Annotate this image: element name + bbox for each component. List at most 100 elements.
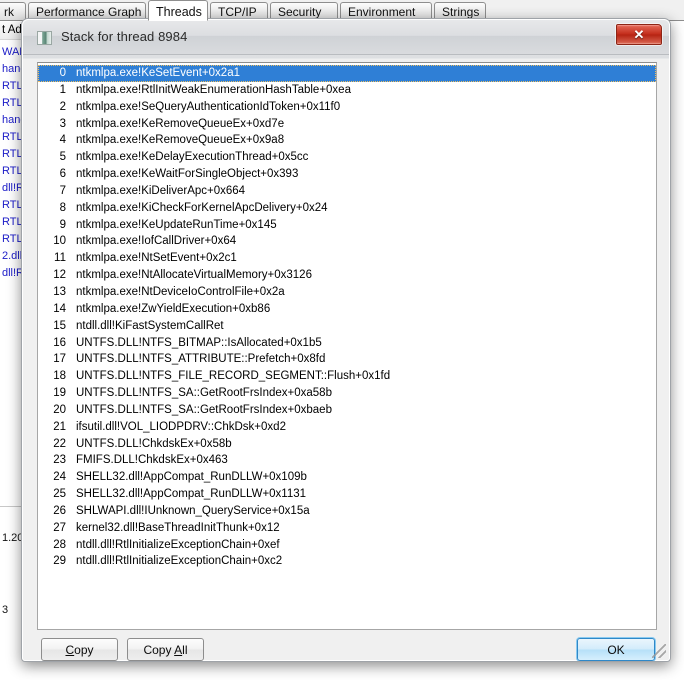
stack-frame-row[interactable]: 11 ntkmlpa.exe!NtSetEvent+0x2c1 — [38, 250, 656, 267]
stack-frame-row[interactable]: 27 kernel32.dll!BaseThreadInitThunk+0x12 — [38, 520, 656, 537]
stack-frame-symbol: ntkmlpa.exe!RtlInitWeakEnumerationHashTa… — [76, 83, 351, 96]
stack-window-icon — [37, 31, 52, 45]
stack-frame-row[interactable]: 8 ntkmlpa.exe!KiCheckForKernelApcDelivery… — [38, 200, 656, 217]
stack-frame-symbol: ntkmlpa.exe!KeDelayExecutionThread+0x5cc — [76, 151, 309, 164]
stack-frame-index: 26 — [53, 504, 66, 517]
stack-frame-row[interactable]: 25 SHELL32.dll!AppCompat_RunDLLW+0x1131 — [38, 486, 656, 503]
dialog-frame: Stack for thread 8984 ✕ 0 ntkmlpa.exe!KeS… — [22, 19, 670, 661]
stack-frame-index: 18 — [53, 370, 66, 383]
stack-frame-symbol: ntkmlpa.exe!KeRemoveQueueEx+0xd7e — [76, 117, 285, 130]
stack-frame-row[interactable]: 21 ifsutil.dll!VOL_LIODPDRV::ChkDsk+0xd2 — [38, 419, 656, 436]
stack-frame-symbol: ntkmlpa.exe!ZwYieldExecution+0xb86 — [76, 302, 271, 315]
stack-frame-symbol: UNTFS.DLL!ChkdskEx+0x58b — [76, 437, 232, 450]
stack-frame-symbol: UNTFS.DLL!NTFS_BITMAP::IsAllocated+0x1b5 — [76, 336, 322, 349]
stack-frame-index: 10 — [53, 235, 66, 248]
stack-frame-row[interactable]: 23 FMIFS.DLL!ChkdskEx+0x463 — [38, 452, 656, 469]
stack-frame-symbol: ntdll.dll!RtlInitializeExceptionChain+0x… — [76, 555, 283, 568]
stack-frame-index: 13 — [53, 285, 66, 298]
stack-frame-row[interactable]: 0 ntkmlpa.exe!KeSetEvent+0x2a1 — [38, 65, 656, 82]
ok-button[interactable]: OK — [577, 638, 655, 661]
stack-frame-row[interactable]: 7 ntkmlpa.exe!KiDeliverApc+0x664 — [38, 183, 656, 200]
stack-frame-index: 5 — [59, 151, 66, 164]
stack-frame-symbol: FMIFS.DLL!ChkdskEx+0x463 — [76, 454, 228, 467]
stack-frame-index: 29 — [53, 555, 66, 568]
stack-frame-row[interactable]: 3 ntkmlpa.exe!KeRemoveQueueEx+0xd7e — [38, 116, 656, 133]
stack-frame-row[interactable]: 20 UNTFS.DLL!NTFS_SA::GetRootFrsIndex+0xb… — [38, 402, 656, 419]
stack-frame-index: 6 — [59, 168, 66, 181]
stack-frame-index: 21 — [53, 420, 66, 433]
close-button[interactable]: ✕ — [616, 24, 662, 45]
background-footer-number: 3 — [2, 604, 9, 616]
stack-frame-index: 28 — [53, 538, 66, 551]
stack-frame-symbol: ntkmlpa.exe!IofCallDriver+0x64 — [76, 235, 237, 248]
stack-frame-row[interactable]: 22 UNTFS.DLL!ChkdskEx+0x58b — [38, 436, 656, 453]
stack-frame-row[interactable]: 18 UNTFS.DLL!NTFS_FILE_RECORD_SEGMENT::Fl… — [38, 368, 656, 385]
ok-button-label: OK — [607, 642, 625, 657]
stack-frame-row[interactable]: 6 ntkmlpa.exe!KeWaitForSingleObject+0x393 — [38, 166, 656, 183]
stack-frame-symbol: ntkmlpa.exe!NtSetEvent+0x2c1 — [76, 252, 237, 265]
stack-frame-index: 2 — [59, 100, 66, 113]
stack-listbox[interactable]: 0 ntkmlpa.exe!KeSetEvent+0x2a1 1 ntkmlpa.ex… — [37, 62, 657, 630]
stack-frame-symbol: UNTFS.DLL!NTFS_SA::GetRootFrsIndex+0xa58… — [76, 387, 332, 400]
stack-frame-index: 8 — [59, 201, 66, 214]
stack-frame-symbol: ntkmlpa.exe!SeQueryAuthenticationIdToken… — [76, 100, 341, 113]
stack-frame-row[interactable]: 2 ntkmlpa.exe!SeQueryAuthenticationIdToke… — [38, 99, 656, 116]
stack-frame-index: 22 — [53, 437, 66, 450]
stack-frame-row[interactable]: 10 ntkmlpa.exe!IofCallDriver+0x64 — [38, 233, 656, 250]
tab-threads[interactable]: Threads — [148, 0, 208, 21]
screen: rk Performance Graph Threads TCP/IP Security… — [0, 0, 684, 680]
stack-frame-symbol: ntkmlpa.exe!KeUpdateRunTime+0x145 — [76, 218, 277, 231]
stack-frame-symbol: UNTFS.DLL!NTFS_SA::GetRootFrsIndex+0xbae… — [76, 403, 332, 416]
stack-frame-row[interactable]: 26 SHLWAPI.dll!IUnknown_QueryService+0x15… — [38, 503, 656, 520]
dialog-titlebar[interactable]: Stack for thread 8984 ✕ — [23, 20, 669, 55]
stack-frame-row[interactable]: 16 UNTFS.DLL!NTFS_BITMAP::IsAllocated+0x1… — [38, 335, 656, 352]
stack-frame-row[interactable]: 14 ntkmlpa.exe!ZwYieldExecution+0xb86 — [38, 301, 656, 318]
stack-frame-row[interactable]: 28 ntdll.dll!RtlInitializeExceptionChain+… — [38, 537, 656, 554]
stack-frame-symbol: ntkmlpa.exe!NtAllocateVirtualMemory+0x31… — [76, 269, 312, 282]
stack-frame-row[interactable]: 19 UNTFS.DLL!NTFS_SA::GetRootFrsIndex+0xa… — [38, 385, 656, 402]
stack-frame-row[interactable]: 13 ntkmlpa.exe!NtDeviceIoControlFile+0x2a — [38, 284, 656, 301]
dialog-title: Stack for thread 8984 — [61, 29, 188, 44]
stack-frame-index: 20 — [53, 403, 66, 416]
stack-frame-row[interactable]: 12 ntkmlpa.exe!NtAllocateVirtualMemory+0x… — [38, 267, 656, 284]
stack-frame-row[interactable]: 17 UNTFS.DLL!NTFS_ATTRIBUTE::Prefetch+0x8… — [38, 351, 656, 368]
stack-frame-symbol: kernel32.dll!BaseThreadInitThunk+0x12 — [76, 521, 280, 534]
stack-frame-symbol: SHELL32.dll!AppCompat_RunDLLW+0x1131 — [76, 488, 307, 501]
stack-frame-row[interactable]: 5 ntkmlpa.exe!KeDelayExecutionThread+0x5c… — [38, 149, 656, 166]
stack-frame-index: 12 — [53, 269, 66, 282]
stack-frame-index: 19 — [53, 387, 66, 400]
stack-frame-symbol: SHELL32.dll!AppCompat_RunDLLW+0x109b — [76, 471, 307, 484]
copy-button[interactable]: Copy — [41, 638, 118, 661]
stack-frame-symbol: ntkmlpa.exe!KiDeliverApc+0x664 — [76, 184, 246, 197]
stack-frame-row[interactable]: 4 ntkmlpa.exe!KeRemoveQueueEx+0x9a8 — [38, 132, 656, 149]
stack-frame-index: 1 — [59, 83, 66, 96]
stack-frame-symbol: ntkmlpa.exe!KeWaitForSingleObject+0x393 — [76, 168, 299, 181]
stack-frame-row[interactable]: 1 ntkmlpa.exe!RtlInitWeakEnumerationHashT… — [38, 82, 656, 99]
stack-frame-row[interactable]: 24 SHELL32.dll!AppCompat_RunDLLW+0x109b — [38, 469, 656, 486]
stack-frame-index: 17 — [53, 353, 66, 366]
stack-frame-symbol: UNTFS.DLL!NTFS_FILE_RECORD_SEGMENT::Flus… — [76, 370, 391, 383]
stack-frame-row[interactable]: 9 ntkmlpa.exe!KeUpdateRunTime+0x145 — [38, 217, 656, 234]
stack-frame-index: 24 — [53, 471, 66, 484]
stack-frame-symbol: UNTFS.DLL!NTFS_ATTRIBUTE::Prefetch+0x8fd — [76, 353, 326, 366]
stack-frame-index: 16 — [53, 336, 66, 349]
stack-frame-symbol: SHLWAPI.dll!IUnknown_QueryService+0x15a — [76, 504, 310, 517]
stack-frame-row[interactable]: 15 ntdll.dll!KiFastSystemCallRet — [38, 318, 656, 335]
stack-frame-index: 15 — [53, 319, 66, 332]
stack-frame-index: 23 — [53, 454, 66, 467]
resize-grip[interactable] — [652, 644, 666, 658]
stack-frame-index: 25 — [53, 488, 66, 501]
stack-frame-symbol: ifsutil.dll!VOL_LIODPDRV::ChkDsk+0xd2 — [76, 420, 286, 433]
stack-frame-symbol: ntdll.dll!RtlInitializeExceptionChain+0x… — [76, 538, 280, 551]
copy-all-button[interactable]: Copy All — [127, 638, 204, 661]
stack-frame-index: 3 — [59, 117, 66, 130]
stack-frame-index: 27 — [53, 521, 66, 534]
close-icon: ✕ — [633, 26, 645, 42]
stack-frame-row[interactable]: 29 ntdll.dll!RtlInitializeExceptionChain+… — [38, 553, 656, 570]
stack-frame-index: 9 — [59, 218, 66, 231]
stack-frame-symbol: ntdll.dll!KiFastSystemCallRet — [76, 319, 224, 332]
stack-frame-index: 14 — [53, 302, 66, 315]
stack-frame-index: 0 — [59, 67, 66, 79]
tab-rk[interactable]: rk — [0, 2, 26, 21]
stack-dialog: Stack for thread 8984 ✕ 0 ntkmlpa.exe!KeS… — [21, 18, 671, 662]
